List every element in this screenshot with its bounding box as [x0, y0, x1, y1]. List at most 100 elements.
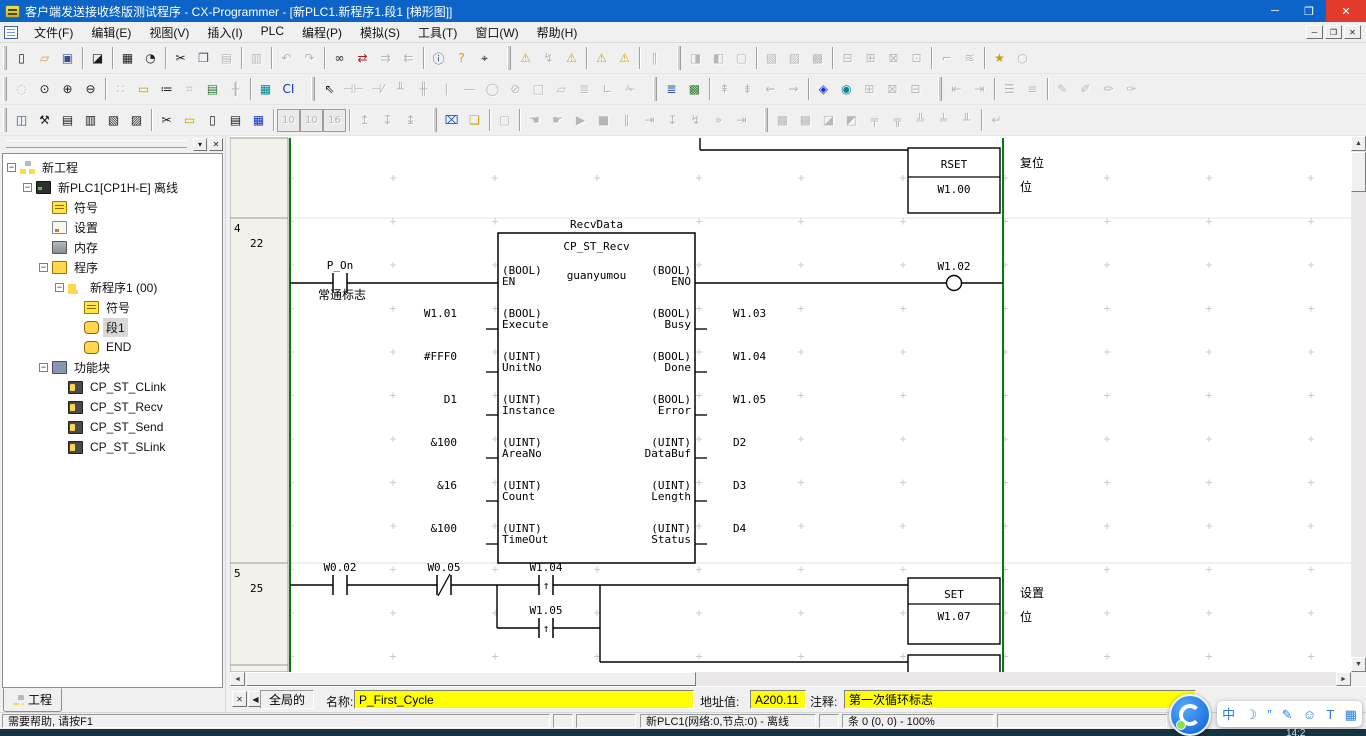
new-button[interactable]: ▯	[10, 47, 33, 70]
panel-drag-grip[interactable]	[6, 140, 187, 148]
tab-project[interactable]: 工程	[3, 688, 62, 712]
toolbar-grip[interactable]	[653, 77, 657, 101]
protect-set-button[interactable]: ★	[988, 47, 1011, 70]
minimize-button[interactable]: ─	[1258, 0, 1292, 22]
vertical-scrollbar[interactable]: ▲ ▼	[1351, 136, 1366, 672]
tree-item-symbols[interactable]: 符号	[3, 197, 222, 217]
symbol-bar-close-button[interactable]: ✕	[232, 691, 247, 707]
menu-tools[interactable]: 工具(T)	[409, 22, 466, 43]
find-button[interactable]: ∞	[328, 47, 351, 70]
horizontal-scroll-thumb[interactable]	[246, 672, 696, 686]
toolbar-grip[interactable]	[311, 77, 315, 101]
watch-window-button[interactable]: ◉	[835, 78, 858, 101]
toolbar-grip[interactable]	[764, 108, 768, 132]
fb-library-button[interactable]: ≣	[660, 78, 683, 101]
menu-file[interactable]: 文件(F)	[25, 22, 82, 43]
address-reference-tool-button[interactable]: ▦	[254, 78, 277, 101]
context-help-button[interactable]: ⌖	[473, 47, 496, 70]
select-tool-button[interactable]: ⇖	[318, 78, 341, 101]
ime-chinese-icon[interactable]: 中	[1222, 708, 1235, 721]
cross-panel-button[interactable]: ▧	[102, 109, 125, 132]
help-button[interactable]: ?	[450, 47, 473, 70]
toolbar-grip[interactable]	[507, 46, 511, 70]
transfer-to-plc-button[interactable]: ❏	[463, 109, 486, 132]
mdi-restore-button[interactable]: ❐	[1325, 25, 1342, 39]
menu-view[interactable]: 视图(V)	[140, 22, 198, 43]
toolbar-grip[interactable]	[433, 108, 437, 132]
comment-edit-button[interactable]: ▭	[132, 78, 155, 101]
mdi-document-icon[interactable]	[4, 26, 18, 39]
panel-menu-button[interactable]: ▾	[193, 138, 207, 151]
object-browser-button[interactable]: ◪	[86, 47, 109, 70]
cross-reference-button[interactable]: CI	[277, 78, 300, 101]
copy-button[interactable]: ❐	[192, 47, 215, 70]
expander-minus-icon[interactable]: −	[39, 263, 48, 272]
rung-list-button[interactable]: ≔	[155, 78, 178, 101]
build-project-button[interactable]: ⚒	[33, 109, 56, 132]
io-comment-grid-button[interactable]: ▩	[683, 78, 706, 101]
menu-program[interactable]: 编程(P)	[293, 22, 351, 43]
replace-button[interactable]: ⇄	[351, 47, 374, 70]
restore-button[interactable]: ❐	[1292, 0, 1326, 22]
tree-item-section1[interactable]: 段1	[3, 317, 222, 337]
program-check-options-button[interactable]: ⚠	[613, 47, 636, 70]
comment-shortcut-button[interactable]: ▭	[178, 109, 201, 132]
zoom-region-button[interactable]: ⊙	[33, 78, 56, 101]
ime-logo-icon[interactable]	[1169, 694, 1211, 736]
toolbar-grip[interactable]	[3, 108, 7, 132]
ime-punctuation-icon[interactable]: ”	[1267, 708, 1271, 721]
symbol-address-field[interactable]: A200.11	[750, 690, 806, 709]
mdi-close-button[interactable]: ✕	[1344, 25, 1361, 39]
tree-item-program1-symbols[interactable]: 符号	[3, 297, 222, 317]
tree-item-settings[interactable]: 设置	[3, 217, 222, 237]
tree-item-section-end[interactable]: END	[3, 337, 222, 357]
tree-item-memory[interactable]: 内存	[3, 237, 222, 257]
scroll-down-button[interactable]: ▼	[1351, 657, 1366, 672]
zoom-in-button[interactable]: ⊕	[56, 78, 79, 101]
find-compile-error-button[interactable]: ⚠	[560, 47, 583, 70]
menu-plc[interactable]: PLC	[252, 22, 293, 43]
section-cut-button[interactable]: ✂	[155, 109, 178, 132]
ladder-diagram[interactable]: 422525RecvDataCP_ST_Recvguanyumou(BOOL)E…	[230, 136, 1351, 672]
info-button[interactable]: ⓘ	[427, 47, 450, 70]
ime-menu-icon[interactable]: ▦	[1345, 708, 1357, 721]
expander-minus-icon[interactable]: −	[55, 283, 64, 292]
section-view-button[interactable]: ▯	[201, 109, 224, 132]
tree-item-fb-cp-st-recv[interactable]: CP_ST_Recv	[3, 397, 222, 417]
tree-item-function-blocks[interactable]: −功能块	[3, 357, 222, 377]
toolbar-grip[interactable]	[3, 46, 7, 70]
expander-minus-icon[interactable]: −	[39, 363, 48, 372]
tree-item-program1[interactable]: −新程序1 (00)	[3, 277, 222, 297]
print-preview-button[interactable]: ◔	[139, 47, 162, 70]
ime-skin-icon[interactable]: T	[1326, 708, 1334, 721]
tree-item-fb-cp-st-slink[interactable]: CP_ST_SLink	[3, 437, 222, 457]
fb-instance-view-button[interactable]: ◈	[812, 78, 835, 101]
tree-item-fb-cp-st-send[interactable]: CP_ST_Send	[3, 417, 222, 437]
tree-item-fb-cp-st-clink[interactable]: CP_ST_CLink	[3, 377, 222, 397]
menu-insert[interactable]: 插入(I)	[198, 22, 251, 43]
output-window-button[interactable]: ▤	[56, 109, 79, 132]
expander-minus-icon[interactable]: −	[7, 163, 16, 172]
instruction-box[interactable]	[908, 655, 1000, 672]
mnemonic-view-button[interactable]: ▤	[224, 109, 247, 132]
properties-button[interactable]: ▨	[125, 109, 148, 132]
tree-item-project-root[interactable]: −新工程	[3, 157, 222, 177]
scroll-up-button[interactable]: ▲	[1351, 136, 1366, 151]
menu-edit[interactable]: 编辑(E)	[82, 22, 140, 43]
mdi-minimize-button[interactable]: ─	[1306, 25, 1323, 39]
ime-moon-icon[interactable]: ☽	[1245, 708, 1257, 721]
ime-emoji-icon[interactable]: ☺	[1303, 708, 1316, 721]
close-button[interactable]: ✕	[1326, 0, 1366, 22]
panel-close-button[interactable]: ✕	[209, 138, 223, 151]
symbol-comment-field[interactable]: 第一次循环标志	[844, 690, 1196, 709]
tree-item-programs[interactable]: −程序	[3, 257, 222, 277]
ime-tools-icon[interactable]: ✎	[1282, 708, 1293, 721]
horizontal-scrollbar[interactable]: ◄ ►	[230, 672, 1351, 686]
open-button[interactable]: ▱	[33, 47, 56, 70]
menu-simulation[interactable]: 模拟(S)	[351, 22, 409, 43]
toolbar-grip[interactable]	[677, 46, 681, 70]
work-online-button[interactable]: ⌧	[440, 109, 463, 132]
transfer-check-button[interactable]: ⚠	[590, 47, 613, 70]
expander-minus-icon[interactable]: −	[23, 183, 32, 192]
zoom-out-button[interactable]: ⊖	[79, 78, 102, 101]
